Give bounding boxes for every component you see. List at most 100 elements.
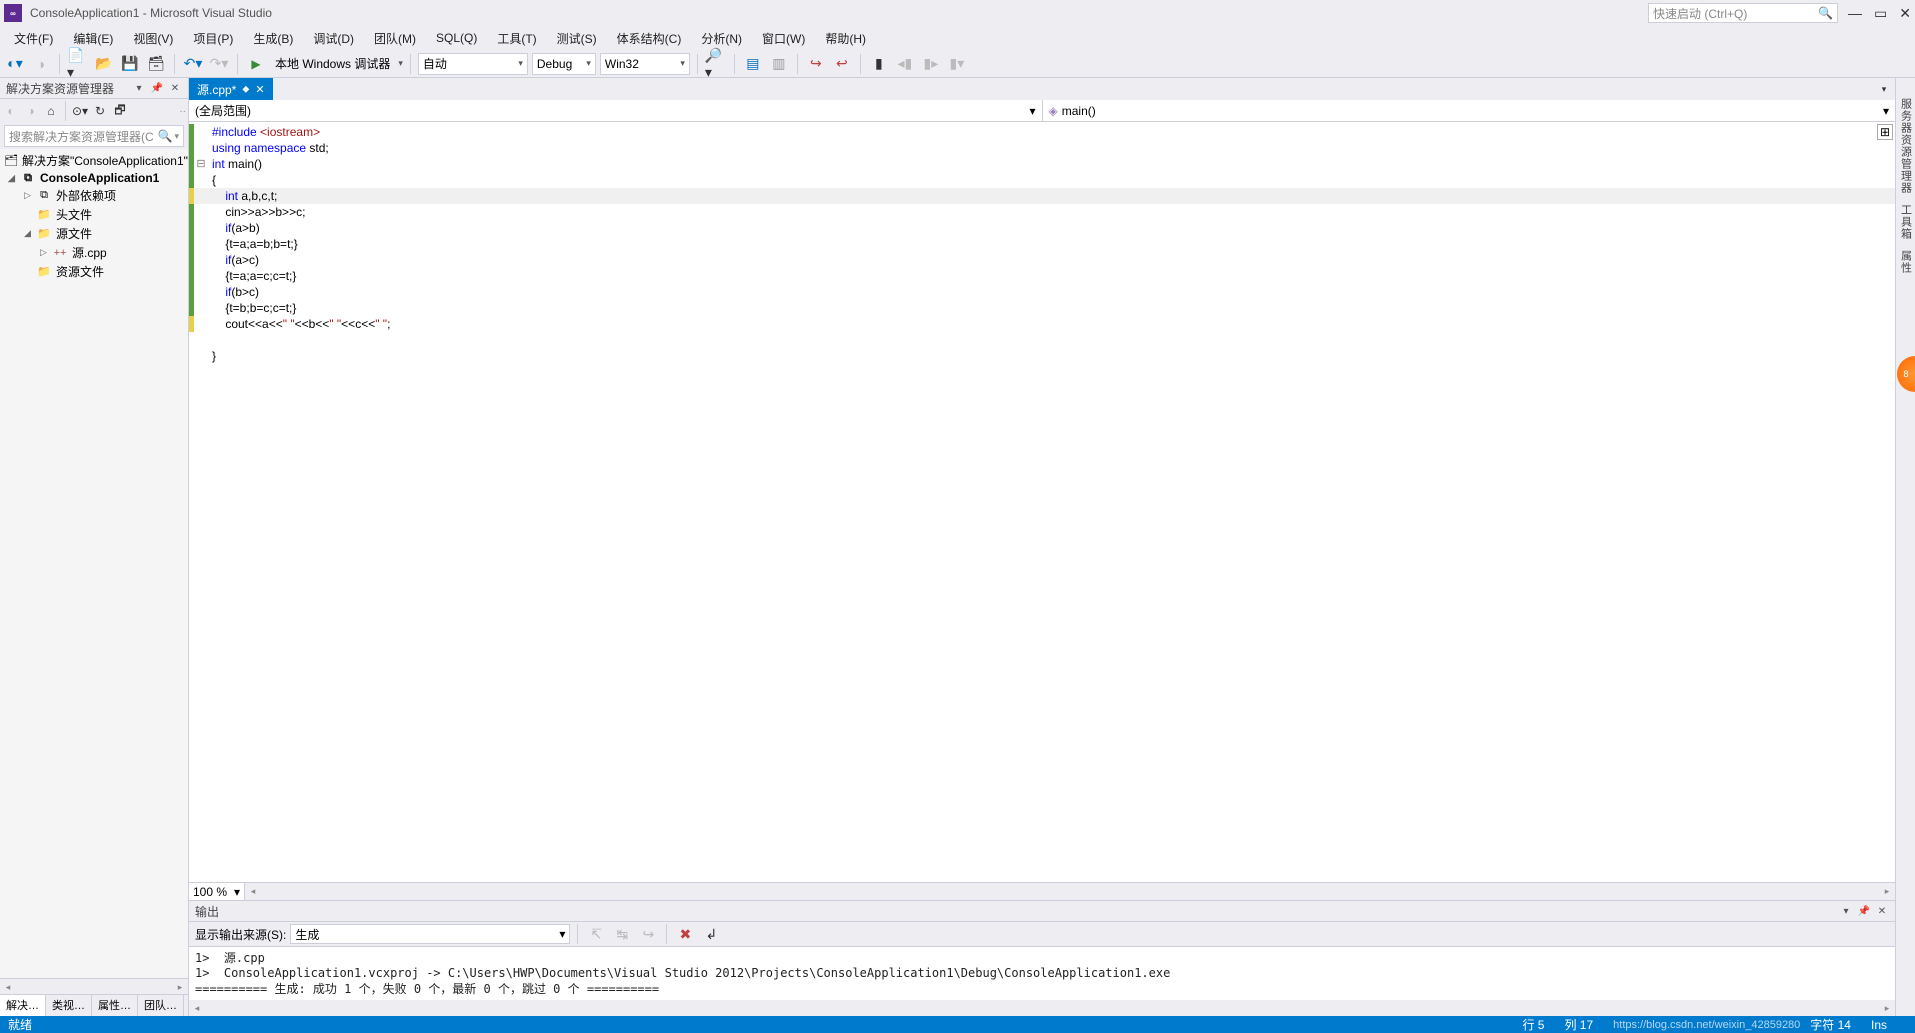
back-icon[interactable]: ◐ bbox=[2, 100, 20, 122]
home-icon[interactable]: ⌂ bbox=[42, 100, 60, 122]
code-editor[interactable]: #include <iostream>using namespace std;⊟… bbox=[189, 122, 1895, 882]
menu-item[interactable]: 分析(N) bbox=[691, 28, 752, 49]
wrap-button[interactable]: ↲ bbox=[700, 923, 722, 945]
panel-close-button[interactable]: ✕ bbox=[1875, 904, 1889, 918]
undo-button[interactable]: ↶▾ bbox=[182, 53, 204, 75]
external-deps-node[interactable]: ▷⧉外部依赖项 bbox=[0, 186, 188, 205]
pin-icon[interactable]: ⬥ bbox=[242, 84, 249, 95]
redo-button[interactable]: ↷▾ bbox=[208, 53, 230, 75]
next-bookmark-button[interactable]: ▮▸ bbox=[920, 53, 942, 75]
start-debug-button[interactable]: ▶ bbox=[245, 53, 267, 75]
menu-item[interactable]: 编辑(E) bbox=[63, 28, 123, 49]
nav-back-button[interactable]: ◐▾ bbox=[4, 53, 26, 75]
menu-item[interactable]: 测试(S) bbox=[547, 28, 607, 49]
menu-item[interactable]: 帮助(H) bbox=[815, 28, 876, 49]
scope-right-dropdown[interactable]: ◈ main() ▾ bbox=[1043, 100, 1896, 121]
menu-item[interactable]: SQL(Q) bbox=[426, 29, 487, 47]
goto-message-button[interactable]: ↪ bbox=[637, 923, 659, 945]
clear-output-button[interactable]: ✖ bbox=[674, 923, 696, 945]
code-line[interactable]: if(a>b) bbox=[189, 220, 1895, 236]
panel-close-button[interactable]: ✕ bbox=[168, 81, 182, 95]
scroll-left-button[interactable]: ◂ bbox=[245, 884, 261, 900]
bookmark-button[interactable]: ▮ bbox=[868, 53, 890, 75]
h-scrollbar[interactable] bbox=[261, 884, 1879, 900]
code-line[interactable]: using namespace std; bbox=[189, 140, 1895, 156]
split-editor-button[interactable]: ⊞ bbox=[1877, 124, 1893, 140]
solution-node[interactable]: 🗂解决方案"ConsoleApplication1" bbox=[0, 151, 188, 170]
zoom-dropdown[interactable]: 100 %▾ bbox=[189, 883, 245, 901]
code-line[interactable]: {t=b;b=c;c=t;} bbox=[189, 300, 1895, 316]
minimize-button[interactable]: — bbox=[1848, 5, 1862, 22]
code-line[interactable]: cout<<a<<" "<<b<<" "<<c<<" "; bbox=[189, 316, 1895, 332]
refresh-icon[interactable]: ↻ bbox=[91, 100, 109, 122]
document-tab[interactable]: 源.cpp* ⬥ ✕ bbox=[189, 78, 273, 100]
close-tab-icon[interactable]: ✕ bbox=[255, 83, 264, 96]
scroll-right-button[interactable]: ▸ bbox=[1879, 884, 1895, 900]
code-line[interactable]: if(a>c) bbox=[189, 252, 1895, 268]
nav-forward-button[interactable]: ◑ bbox=[30, 53, 52, 75]
prev-bookmark-button[interactable]: ◂▮ bbox=[894, 53, 916, 75]
step-over-button[interactable]: ↩ bbox=[831, 53, 853, 75]
goto-prev-button[interactable]: ↸ bbox=[585, 923, 607, 945]
project-node[interactable]: ◢⧉ConsoleApplication1 bbox=[0, 170, 188, 186]
maximize-button[interactable]: ▭ bbox=[1874, 5, 1887, 22]
resources-node[interactable]: 📁资源文件 bbox=[0, 262, 188, 281]
code-line[interactable]: #include <iostream> bbox=[189, 124, 1895, 140]
panel-tab[interactable]: 类视… bbox=[46, 995, 92, 1016]
scope-left-dropdown[interactable]: (全局范围) ▾ bbox=[189, 100, 1043, 121]
menu-item[interactable]: 视图(V) bbox=[123, 28, 183, 49]
solution-search-input[interactable]: 搜索解决方案资源管理器(C 🔍 ▾ bbox=[4, 125, 184, 147]
sync-icon[interactable]: ⊙▾ bbox=[71, 100, 89, 122]
platform-dropdown[interactable]: Win32▾ bbox=[600, 53, 690, 75]
right-rail-tab[interactable]: 服务器资源管理器 bbox=[1898, 98, 1914, 194]
output-text[interactable]: 1> 源.cpp 1> ConsoleApplication1.vcxproj … bbox=[189, 946, 1895, 1000]
panel-tab[interactable]: 团队… bbox=[138, 995, 184, 1016]
save-all-button[interactable]: 🗃 bbox=[145, 53, 167, 75]
save-button[interactable]: 💾 bbox=[119, 53, 141, 75]
open-button[interactable]: 📂 bbox=[93, 53, 115, 75]
code-line[interactable]: int a,b,c,t; bbox=[189, 188, 1895, 204]
collapse-icon[interactable]: 🗗 bbox=[111, 100, 129, 122]
close-button[interactable]: ✕ bbox=[1899, 5, 1911, 22]
comment-button[interactable]: ▤ bbox=[742, 53, 764, 75]
new-project-button[interactable]: 📄▾ bbox=[67, 53, 89, 75]
menu-item[interactable]: 团队(M) bbox=[364, 28, 426, 49]
menu-item[interactable]: 项目(P) bbox=[183, 28, 243, 49]
output-source-dropdown[interactable]: 生成▾ bbox=[290, 924, 570, 944]
menu-item[interactable]: 工具(T) bbox=[487, 28, 546, 49]
panel-menu-button[interactable]: ▾ bbox=[132, 81, 146, 95]
menu-item[interactable]: 生成(B) bbox=[243, 28, 303, 49]
panel-menu-button[interactable]: ▾ bbox=[1839, 904, 1853, 918]
tabs-menu-button[interactable]: ▾ bbox=[1873, 78, 1895, 100]
uncomment-button[interactable]: ▥ bbox=[768, 53, 790, 75]
debug-target-label[interactable]: 本地 Windows 调试器 bbox=[271, 55, 394, 72]
code-line[interactable]: {t=a;a=b;b=t;} bbox=[189, 236, 1895, 252]
pin-icon[interactable]: 📌 bbox=[1857, 904, 1871, 918]
menu-item[interactable]: 文件(F) bbox=[4, 28, 63, 49]
output-h-scrollbar[interactable]: ◂▸ bbox=[189, 1000, 1895, 1016]
menu-item[interactable]: 窗口(W) bbox=[752, 28, 815, 49]
code-line[interactable]: if(b>c) bbox=[189, 284, 1895, 300]
code-line[interactable]: {t=a;a=c;c=t;} bbox=[189, 268, 1895, 284]
right-rail-tab[interactable]: 工具箱 bbox=[1898, 204, 1914, 240]
code-line[interactable]: ⊟int main() bbox=[189, 156, 1895, 172]
goto-next-button[interactable]: ↹ bbox=[611, 923, 633, 945]
code-line[interactable]: cin>>a>>b>>c; bbox=[189, 204, 1895, 220]
source-cpp-node[interactable]: ▷++源.cpp bbox=[0, 243, 188, 262]
menu-item[interactable]: 体系结构(C) bbox=[607, 28, 692, 49]
right-rail-tab[interactable]: 属性 bbox=[1898, 250, 1914, 274]
step-into-button[interactable]: ↪ bbox=[805, 53, 827, 75]
sources-node[interactable]: ◢📁源文件 bbox=[0, 224, 188, 243]
quick-launch-input[interactable]: 快速启动 (Ctrl+Q) 🔍 bbox=[1648, 3, 1838, 23]
code-line[interactable] bbox=[189, 332, 1895, 348]
panel-tab[interactable]: 属性… bbox=[92, 995, 138, 1016]
menu-item[interactable]: 调试(D) bbox=[303, 28, 364, 49]
solution-h-scrollbar[interactable]: ◂▸ bbox=[0, 978, 188, 994]
code-line[interactable]: { bbox=[189, 172, 1895, 188]
find-button[interactable]: 🔎▾ bbox=[705, 53, 727, 75]
panel-tab[interactable]: 解决… bbox=[0, 995, 46, 1016]
configuration-dropdown[interactable]: Debug▾ bbox=[532, 53, 596, 75]
code-line[interactable]: } bbox=[189, 348, 1895, 364]
headers-node[interactable]: 📁头文件 bbox=[0, 205, 188, 224]
forward-icon[interactable]: ◑ bbox=[22, 100, 40, 122]
